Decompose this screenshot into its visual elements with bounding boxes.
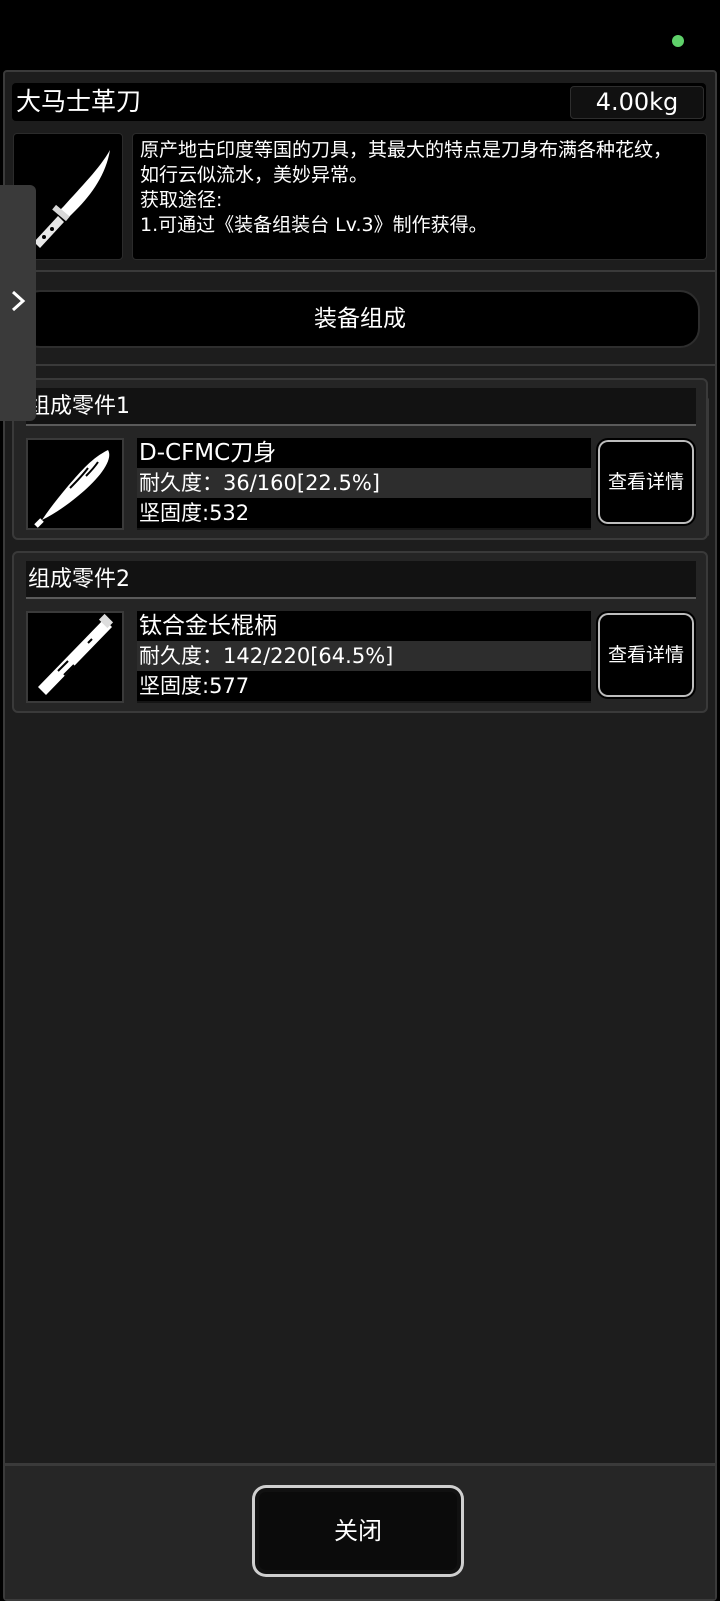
- part-durability: 耐久度：142/220[64.5%]: [137, 641, 591, 671]
- description-line: 如行云似流水，美妙异常。: [140, 164, 369, 186]
- divider: [3, 270, 717, 272]
- part-firmness: 坚固度:577: [137, 671, 591, 701]
- item-description: 原产地古印度等国的刀具，其最大的特点是刀身布满各种花纹， 如行云似流水，美妙异常…: [132, 133, 707, 260]
- part-label: 组成零件1: [26, 388, 696, 426]
- status-indicator-dot: [672, 35, 684, 47]
- part-info: 钛合金长棍柄 耐久度：142/220[64.5%] 坚固度:577: [137, 611, 591, 703]
- curved-blade-icon: [34, 450, 110, 528]
- divider: [3, 364, 717, 366]
- part-image: [26, 611, 124, 703]
- item-weight: 4.00kg: [570, 86, 704, 119]
- view-details-button[interactable]: 查看详情: [596, 611, 696, 699]
- item-title: 大马士革刀: [16, 87, 142, 116]
- part-card: 组成零件2 钛合金长棍柄 耐久度：142/220[64.5%] 坚固度:577 …: [12, 551, 708, 713]
- description-line: 1.可通过《装备组装台 Lv.3》制作获得。: [140, 214, 488, 236]
- part-image: [26, 438, 124, 530]
- description-line: 原产地古印度等国的刀具，其最大的特点是刀身布满各种花纹，: [140, 139, 673, 161]
- part-name: 钛合金长棍柄: [137, 611, 591, 641]
- close-button[interactable]: 关闭: [252, 1485, 464, 1577]
- section-header: 装备组成: [20, 290, 700, 348]
- view-details-button[interactable]: 查看详情: [596, 438, 696, 526]
- part-durability: 耐久度：36/160[22.5%]: [137, 468, 591, 498]
- description-line: 获取途径:: [140, 189, 223, 211]
- chevron-right-icon: [11, 290, 26, 312]
- long-handle-icon: [38, 613, 114, 695]
- status-bar: [0, 0, 720, 70]
- side-drawer-tab[interactable]: [0, 185, 36, 421]
- part-card: 组成零件1 D-CFMC刀身 耐久度：36/160[22.5%] 坚固度:532…: [12, 378, 708, 540]
- part-info: D-CFMC刀身 耐久度：36/160[22.5%] 坚固度:532: [137, 438, 591, 530]
- part-label: 组成零件2: [26, 561, 696, 599]
- part-firmness: 坚固度:532: [137, 498, 591, 528]
- part-name: D-CFMC刀身: [137, 438, 591, 468]
